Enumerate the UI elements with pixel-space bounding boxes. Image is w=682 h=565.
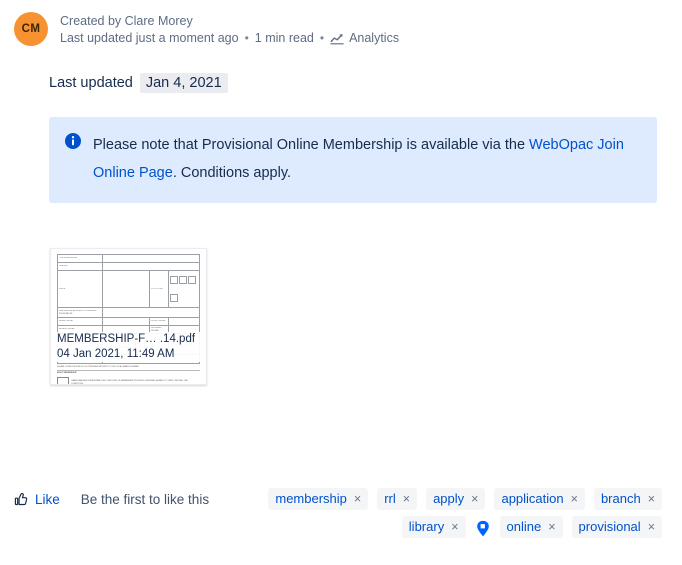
checkbox-icon	[57, 376, 69, 384]
preview-work-phone-label: WORK PHONE	[151, 320, 166, 323]
tag-label: online	[506, 519, 542, 534]
info-text-after: . Conditions apply.	[172, 165, 292, 181]
created-by-label: Created by Clare Morey	[60, 14, 193, 28]
table-row: RESIDENTIAL ADDRESS IF DIFFERENT FROM AB…	[56, 307, 200, 318]
tag-label: provisional	[578, 519, 641, 534]
tag-label: application	[501, 491, 564, 506]
byline-meta: Last updated just a moment ago • 1 min r…	[60, 29, 399, 47]
info-text-before: Please note that Provisional Online Memb…	[93, 137, 530, 153]
last-updated-text: Last updated	[49, 75, 133, 91]
tag-remove-button[interactable]: ×	[548, 519, 555, 535]
tag-chip[interactable]: library ×	[401, 516, 466, 538]
tag-chip[interactable]: branch ×	[593, 488, 662, 510]
tag-remove-button[interactable]: ×	[471, 491, 478, 507]
like-count-text: Be the first to like this	[80, 492, 210, 507]
tag-label: apply	[433, 491, 465, 506]
tag-chip[interactable]: provisional ×	[571, 516, 662, 538]
tag-remove-button[interactable]: ×	[648, 519, 655, 535]
byline: CM Created by Clare Morey Last updated j…	[14, 12, 399, 47]
tag-remove-button[interactable]: ×	[403, 491, 410, 507]
last-updated-row: Last updated Jan 4, 2021	[49, 73, 228, 93]
last-updated-date-chip: Jan 4, 2021	[139, 73, 228, 93]
tag-chip[interactable]: apply ×	[426, 488, 486, 510]
byline-text: Created by Clare Morey Last updated just…	[60, 12, 399, 47]
tag-label: membership	[275, 491, 347, 506]
attachment-timestamp: 04 Jan 2021, 11:49 AM	[57, 348, 175, 360]
preview-postcode-label: POSTCODE	[151, 287, 163, 290]
attachment-card[interactable]: POSTAL ADDRESS SUBURB STATE POSTCODE RES…	[50, 248, 207, 385]
preview-row-label: POSTAL ADDRESS	[59, 257, 78, 260]
meta-separator-2: •	[319, 31, 325, 45]
info-panel-text: Please note that Provisional Online Memb…	[93, 131, 641, 187]
info-circle-icon	[65, 133, 81, 149]
last-updated-label: Last updated just a moment ago	[60, 31, 239, 45]
preview-row-label: RESIDENTIAL ADDRESS IF DIFFERENT FROM AB…	[59, 310, 98, 315]
table-row: HOME PHONE WORK PHONE	[56, 317, 201, 326]
attachment-filename: MEMBERSHIP-F… .14.pdf	[57, 333, 196, 345]
preview-row-label: SUBURB	[59, 265, 68, 268]
tag-chip[interactable]: membership ×	[268, 488, 369, 510]
avatar-initials: CM	[21, 23, 41, 35]
tag-remove-button[interactable]: ×	[451, 519, 458, 535]
preview-divider	[57, 369, 200, 371]
like-button[interactable]: Like	[14, 488, 60, 507]
footer-row: Like Be the first to like this membershi…	[0, 488, 682, 538]
tag-label: branch	[600, 491, 641, 506]
preview-row-label: MOBILE PHONE	[59, 328, 75, 331]
analytics-label: Analytics	[349, 31, 400, 45]
tag-remove-button[interactable]: ×	[354, 491, 361, 507]
preview-row-label: HOME PHONE	[59, 320, 73, 323]
footer-bar: Like Be the first to like this membershi…	[0, 488, 682, 538]
tag-label: library	[408, 519, 445, 534]
analytics-button[interactable]: Analytics	[330, 29, 399, 47]
tag-icon[interactable]	[475, 520, 491, 537]
preview-adult-text: I HAVE READ AND UNDERSTAND THE CONDITION…	[71, 380, 188, 385]
meta-separator-1: •	[244, 31, 249, 45]
tag-remove-button[interactable]: ×	[648, 491, 655, 507]
preview-adult-heading: ADULT MEMBERSHIP	[57, 372, 77, 375]
tag-chip[interactable]: application ×	[494, 488, 585, 510]
attachment-info-overlay: MEMBERSHIP-F… .14.pdf 04 Jan 2021, 11:49…	[51, 332, 206, 362]
preview-consent-row: I HAVE READ AND UNDERSTAND THE CONDITION…	[57, 376, 200, 385]
table-row: STATE POSTCODE	[56, 270, 201, 308]
tag-remove-button[interactable]: ×	[571, 491, 578, 507]
preview-row-label: STATE	[59, 287, 66, 290]
pdf-preview-thumbnail: POSTAL ADDRESS SUBURB STATE POSTCODE RES…	[51, 249, 206, 384]
tag-chip[interactable]: online ×	[499, 516, 563, 538]
line-chart-icon	[330, 32, 344, 45]
read-time-label: 1 min read	[254, 31, 314, 45]
table-row: POSTAL ADDRESS	[56, 254, 200, 263]
like-label: Like	[35, 492, 60, 507]
tag-chip[interactable]: rrl ×	[377, 488, 418, 510]
tag-label: rrl	[384, 491, 396, 506]
info-panel: Please note that Provisional Online Memb…	[49, 117, 657, 203]
thumbs-up-icon	[14, 492, 29, 507]
tag-list: membership × rrl × apply × application ×…	[209, 488, 668, 538]
preview-notice-text: PLEASE COMPLETE IN BLOCK LETTERS AND RET…	[57, 365, 140, 368]
table-row: SUBURB	[56, 262, 200, 271]
avatar[interactable]: CM	[14, 12, 48, 46]
